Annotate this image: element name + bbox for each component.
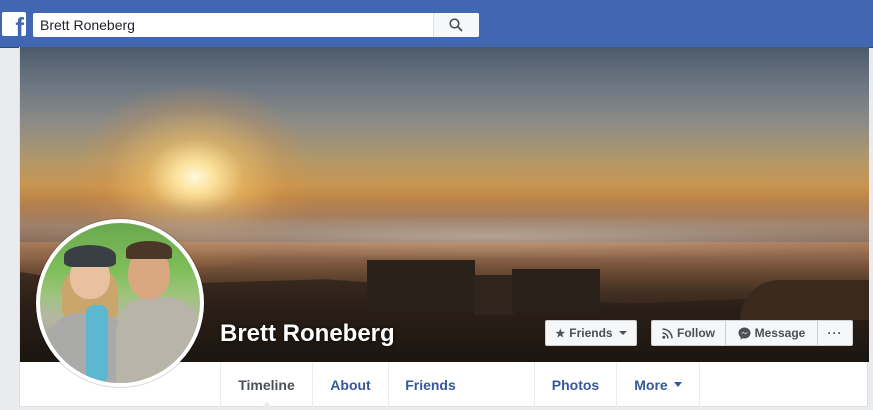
search-button[interactable] (433, 13, 479, 37)
tab-friends[interactable]: Friends (388, 362, 472, 407)
tab-label: Friends (405, 376, 456, 393)
rss-icon (662, 327, 673, 339)
profile-header: Brett Roneberg ★ Friends Follow Message … (19, 47, 869, 408)
friends-button[interactable]: ★ Friends (545, 320, 637, 346)
photo-detail (116, 297, 200, 383)
search-box (33, 13, 479, 37)
top-navigation-bar: f (0, 0, 873, 48)
message-button-label: Message (754, 326, 806, 340)
logo-glyph: f (15, 12, 24, 36)
tab-spacer (472, 362, 534, 407)
tab-label: Timeline (238, 376, 295, 393)
tab-timeline[interactable]: Timeline (220, 362, 312, 408)
follow-button-label: Follow (677, 326, 715, 340)
friends-button-label: Friends (569, 326, 613, 340)
photo-detail (126, 241, 172, 259)
chevron-down-icon (618, 331, 627, 335)
photo-detail (64, 245, 116, 267)
profile-photo (40, 223, 200, 383)
tab-photos[interactable]: Photos (534, 362, 616, 407)
profile-name[interactable]: Brett Roneberg (220, 320, 395, 348)
messenger-icon (738, 327, 751, 339)
building (474, 275, 514, 315)
star-icon: ★ (555, 327, 566, 340)
follow-button[interactable]: Follow (651, 320, 726, 346)
search-input[interactable] (33, 13, 433, 37)
chevron-down-icon (673, 382, 682, 387)
more-options-button[interactable]: ··· (818, 320, 853, 346)
building (367, 260, 475, 312)
search-icon (449, 18, 463, 32)
rock-outcrop (740, 280, 869, 320)
tab-label: About (330, 376, 371, 393)
tab-label: Photos (551, 376, 600, 393)
facebook-logo-icon[interactable]: f (2, 12, 26, 36)
message-button[interactable]: Message (726, 320, 818, 346)
profile-tabs: Timeline About Friends Photos More (220, 362, 700, 408)
tab-label: More (634, 376, 668, 393)
tab-about[interactable]: About (312, 362, 388, 407)
tab-more[interactable]: More (616, 362, 700, 407)
profile-picture[interactable] (36, 219, 204, 387)
photo-detail (86, 305, 108, 383)
building (512, 269, 600, 313)
more-icon: ··· (827, 326, 843, 340)
